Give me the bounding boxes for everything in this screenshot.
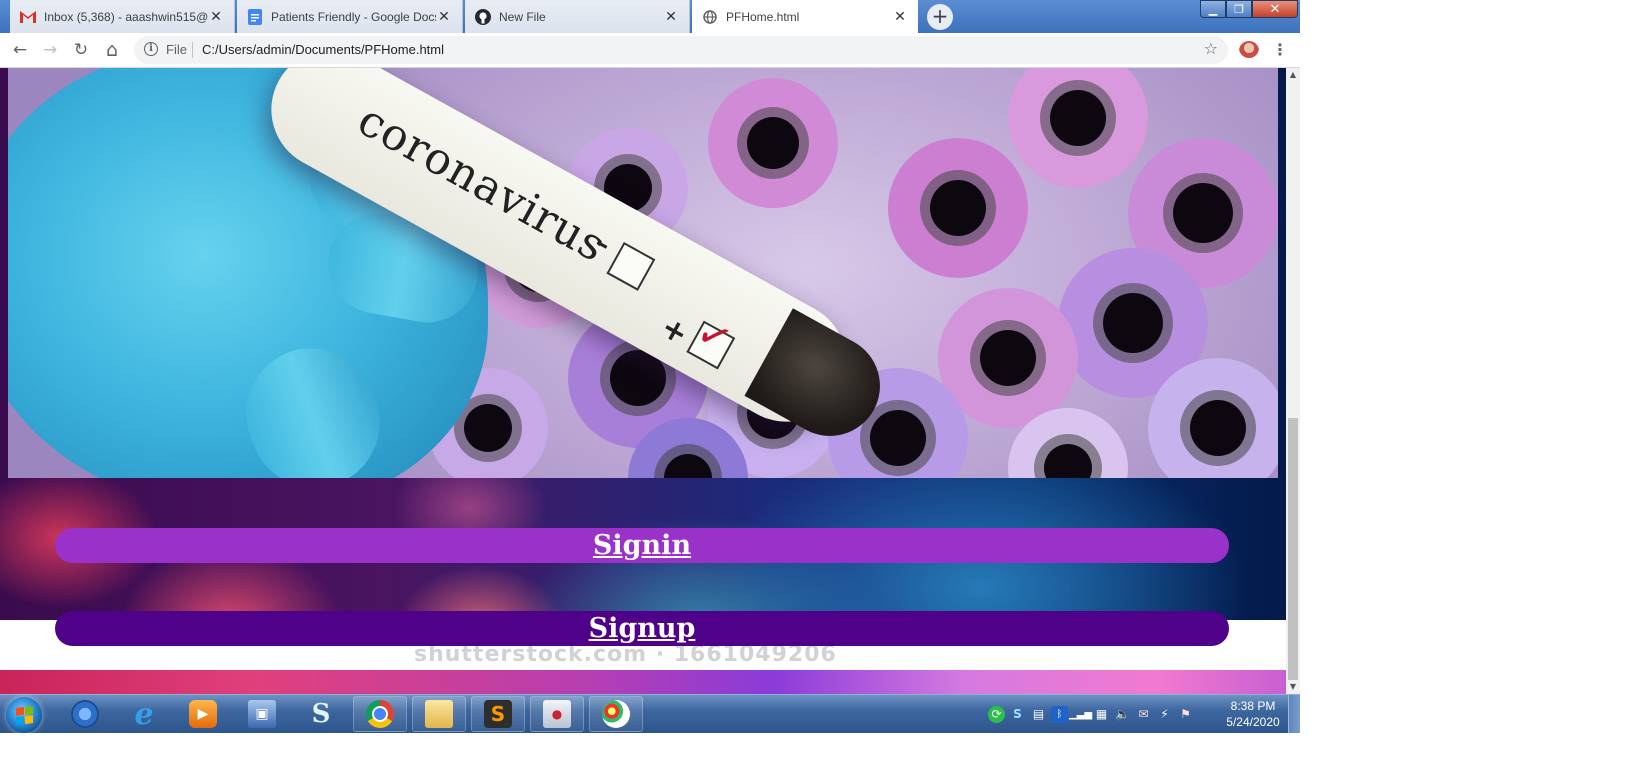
taskbar-chrome-canary[interactable] [58, 696, 112, 732]
tab-strip: Inbox (5,368) - aaashwin515@gm ✕ Patient… [0, 0, 1300, 33]
media-player-icon: ▶ [189, 700, 217, 728]
new-tab-button[interactable]: + [927, 4, 953, 30]
minimize-button[interactable]: ▁ [1200, 0, 1226, 18]
url-scheme: File [166, 42, 187, 57]
forward-button[interactable]: → [35, 33, 65, 67]
back-button[interactable]: ← [5, 33, 35, 67]
power-icon[interactable]: ⚡ [1156, 706, 1173, 723]
minimize-icon: ▁ [1208, 2, 1218, 16]
scrollbar-thumb[interactable] [1288, 418, 1298, 680]
windows-taskbar: e ▶ ▣ S S ● ⟳ S ▤ ᛒ ▁▃▅ ▦ 🔈 ✉ ⚡ ⚑ 8:38 P… [0, 694, 1300, 733]
s-app-icon: S [311, 699, 331, 729]
info-icon[interactable]: i [144, 42, 158, 56]
arrow-left-icon: ← [12, 40, 28, 60]
file-explorer-icon [425, 700, 453, 728]
monitor-tray-icon[interactable]: ▤ [1030, 706, 1047, 723]
chrome-canary-icon [71, 700, 99, 728]
system-clock[interactable]: 8:38 PM 5/24/2020 [1220, 698, 1286, 730]
home-button[interactable]: ⌂ [97, 33, 127, 67]
paint-icon [602, 700, 630, 728]
tab-gmail-inbox[interactable]: Inbox (5,368) - aaashwin515@gm ✕ [10, 0, 235, 33]
remote-desktop-icon: ● [543, 700, 571, 728]
volume-icon[interactable]: 🔈 [1114, 706, 1131, 723]
tab-new-file[interactable]: New File ✕ [465, 0, 690, 33]
clock-date: 5/24/2020 [1226, 715, 1280, 729]
start-button[interactable] [6, 697, 42, 733]
signup-button[interactable]: Signup [55, 611, 1229, 646]
tab-label: Patients Friendly - Google Docs [271, 9, 436, 24]
page-viewport: shutterstock.com · 1661049206 coronaviru… [0, 68, 1286, 694]
signal-bars-icon[interactable]: ▁▃▅ [1069, 706, 1092, 723]
restore-icon: ❐ [1234, 2, 1244, 16]
tab-label: PFHome.html [726, 9, 800, 24]
chrome-icon [366, 700, 394, 728]
close-window-button[interactable]: ✕ [1252, 0, 1298, 18]
tab-google-docs[interactable]: Patients Friendly - Google Docs ✕ [237, 0, 463, 33]
signin-button[interactable]: Signin [55, 528, 1229, 563]
vial [708, 78, 838, 208]
hero-image: coronavirus : - + ✓ [8, 68, 1278, 478]
taskbar-paint[interactable] [589, 696, 643, 732]
reload-button[interactable]: ↻ [66, 33, 96, 67]
gmail-icon [20, 9, 36, 25]
scroll-down-icon[interactable]: ▼ [1286, 680, 1300, 694]
taskbar-sublime-text[interactable]: S [471, 696, 525, 732]
address-bar[interactable]: i File C:/Users/admin/Documents/PFHome.h… [134, 36, 1228, 64]
taskbar-internet-explorer[interactable]: e [117, 696, 171, 732]
internet-explorer-icon: e [134, 696, 154, 732]
close-icon[interactable]: ✕ [208, 9, 224, 25]
scroll-up-icon[interactable]: ▲ [1286, 68, 1300, 82]
taskbar-chrome[interactable] [353, 696, 407, 732]
taskbar-network-computer[interactable]: ▣ [235, 696, 289, 732]
show-desktop-button[interactable] [1288, 695, 1300, 733]
mail-tray-icon[interactable]: ✉ [1135, 706, 1152, 723]
arrow-right-icon: → [42, 40, 58, 60]
close-icon[interactable]: ✕ [436, 9, 452, 25]
background-image-bottom [0, 670, 1286, 694]
s-tray-icon[interactable]: S [1009, 706, 1026, 723]
globe-icon [702, 9, 718, 25]
url-text[interactable]: C:/Users/admin/Documents/PFHome.html [202, 42, 444, 57]
action-center-flag-icon[interactable]: ⚑ [1177, 706, 1194, 723]
close-icon[interactable]: ✕ [663, 9, 679, 25]
clock-time: 8:38 PM [1230, 699, 1276, 713]
taskbar-remote-desktop[interactable]: ● [530, 696, 584, 732]
vial [888, 138, 1028, 278]
screen: Inbox (5,368) - aaashwin515@gm ✕ Patient… [0, 0, 1300, 768]
menu-icon[interactable]: ⋮ [1272, 40, 1288, 59]
system-tray: ⟳ S ▤ ᛒ ▁▃▅ ▦ 🔈 ✉ ⚡ ⚑ [988, 695, 1218, 733]
google-docs-icon [247, 8, 263, 25]
reload-icon: ↻ [73, 40, 89, 60]
close-icon: ✕ [1269, 1, 1281, 17]
vial [1008, 68, 1148, 188]
windows-logo-icon [15, 705, 33, 725]
vertical-scrollbar[interactable]: ▲ ▼ [1286, 68, 1300, 694]
github-icon [475, 8, 491, 25]
bluetooth-icon[interactable]: ᛒ [1051, 705, 1068, 723]
tab-pfhome[interactable]: PFHome.html ✕ [692, 0, 918, 33]
tab-label: Inbox (5,368) - aaashwin515@gm [44, 9, 208, 24]
taskbar-s-app[interactable]: S [294, 696, 348, 732]
calendar-tray-icon[interactable]: ▦ [1093, 706, 1110, 723]
bookmark-star-icon[interactable]: ☆ [1204, 39, 1218, 58]
profile-avatar[interactable] [1239, 41, 1259, 61]
home-icon: ⌂ [105, 39, 119, 61]
green-sync-icon[interactable]: ⟳ [988, 705, 1005, 723]
maximize-button[interactable]: ❐ [1226, 0, 1252, 18]
browser-toolbar: ← → ↻ ⌂ i File C:/Users/admin/Documents/… [0, 33, 1300, 68]
tab-label: New File [499, 9, 546, 24]
close-icon[interactable]: ✕ [892, 9, 908, 25]
divider [192, 42, 193, 58]
taskbar-media-player[interactable]: ▶ [176, 696, 230, 732]
sublime-text-icon: S [484, 700, 512, 728]
taskbar-file-explorer[interactable] [412, 696, 466, 732]
network-computer-icon: ▣ [248, 700, 276, 728]
